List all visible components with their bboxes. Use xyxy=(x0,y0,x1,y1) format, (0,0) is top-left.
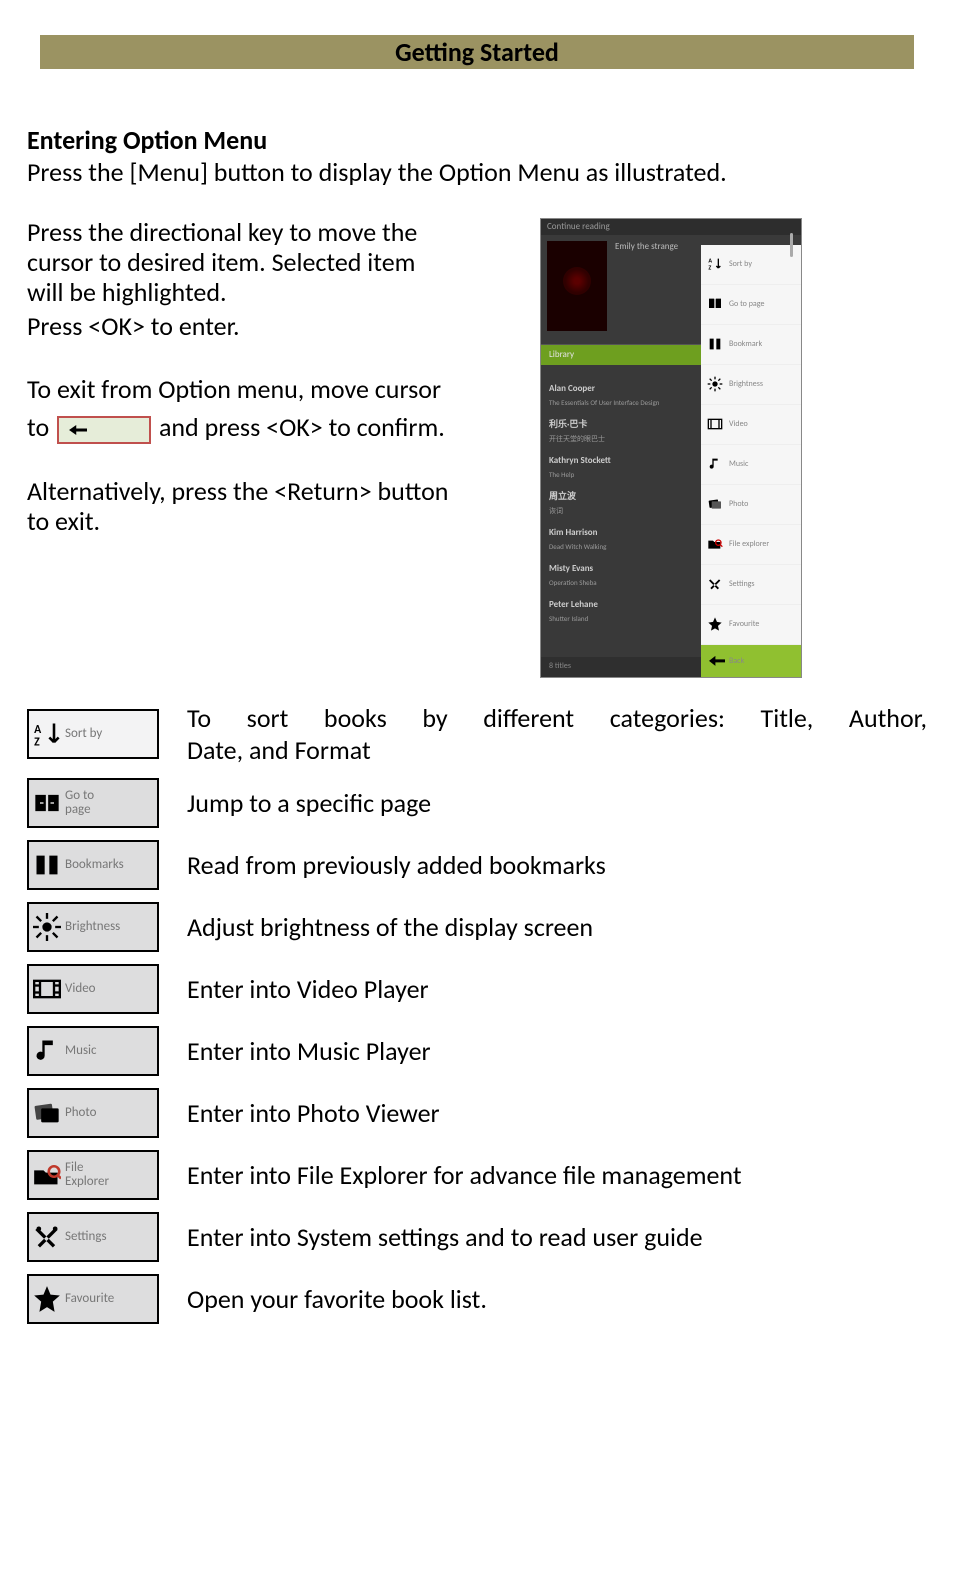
menu-cell-music[interactable]: Music xyxy=(27,1026,159,1076)
ds-footer-left: 8 titles xyxy=(549,661,571,673)
menu-row-music: Music Enter into Music Player xyxy=(27,1026,927,1076)
dd-music[interactable]: Music xyxy=(701,445,801,485)
dd-photo[interactable]: Photo xyxy=(701,485,801,525)
menu-desc-sortby: To sort books by different categories: T… xyxy=(159,702,927,766)
menu-row-gotopage: Go topage Jump to a specific page xyxy=(27,778,927,828)
menu-row-sortby: AZ Sort by To sort books by different ca… xyxy=(27,702,927,766)
menu-label: Bookmarks xyxy=(65,858,124,872)
ds-cover xyxy=(547,241,607,331)
menu-label: Favourite xyxy=(65,1292,114,1306)
menu-label: Go topage xyxy=(65,789,94,816)
menu-cell-favourite[interactable]: Favourite xyxy=(27,1274,159,1324)
ds-current-title: Emily the strange xyxy=(615,241,678,252)
menu-desc-photo: Enter into Photo Viewer xyxy=(159,1097,927,1129)
video-icon xyxy=(33,975,61,1003)
music-icon xyxy=(707,456,723,472)
menu-row-video: Video Enter into Video Player xyxy=(27,964,927,1014)
ds-continue-reading: Continue reading xyxy=(541,219,801,235)
star-icon xyxy=(707,616,723,632)
dd-back[interactable]: Back xyxy=(701,645,801,677)
star-icon xyxy=(33,1285,61,1313)
ds-drawer: AZSort by Go to page Bookmark Brightness… xyxy=(701,245,801,677)
svg-text:Z: Z xyxy=(708,264,711,272)
sort-icon: AZ xyxy=(707,256,723,272)
menu-cell-brightness[interactable]: Brightness xyxy=(27,902,159,952)
menu-table: AZ Sort by To sort books by different ca… xyxy=(27,702,927,1324)
intro-p4: To exit from Option menu, move cursor to… xyxy=(27,371,457,446)
menu-row-file-explorer: FileExplorer Enter into File Explorer fo… xyxy=(27,1150,927,1200)
menu-label: Photo xyxy=(65,1106,96,1120)
menu label: Video xyxy=(65,982,96,996)
menu-desc-settings: Enter into System settings and to read u… xyxy=(159,1221,927,1253)
menu-cell-file-explorer[interactable]: FileExplorer xyxy=(27,1150,159,1200)
intro-p4b: and press <OK> to confirm. xyxy=(159,411,445,443)
search-folder-icon xyxy=(33,1161,61,1189)
intro-p1: Press the [Menu] button to display the O… xyxy=(27,158,927,188)
menu-desc-music: Enter into Music Player xyxy=(159,1035,927,1067)
svg-text:Z: Z xyxy=(34,736,40,748)
menu-label: Brightness xyxy=(65,920,120,934)
menu-desc-gotopage: Jump to a specific page xyxy=(159,787,927,819)
dd-video[interactable]: Video xyxy=(701,405,801,445)
page-header: Getting Started xyxy=(40,35,914,69)
bookmark-icon xyxy=(33,851,61,879)
page-icon xyxy=(33,789,61,817)
return-icon xyxy=(57,416,151,444)
intro-p2: Press the directional key to move the cu… xyxy=(27,218,457,308)
menu-row-brightness: Brightness Adjust brightness of the disp… xyxy=(27,902,927,952)
intro-p5: Alternatively, press the <Return> button… xyxy=(27,477,457,537)
sort-icon: AZ xyxy=(33,720,61,748)
dd-sort-by[interactable]: AZSort by xyxy=(701,245,801,285)
music-icon xyxy=(33,1037,61,1065)
menu-label: Sort by xyxy=(65,727,102,741)
dd-file-explorer[interactable]: File explorer xyxy=(701,525,801,565)
menu-label: Music xyxy=(65,1044,97,1058)
menu-label: FileExplorer xyxy=(65,1161,109,1188)
photo-icon xyxy=(33,1099,61,1127)
page-icon xyxy=(707,296,723,312)
page-title: Getting Started xyxy=(395,36,559,68)
menu-cell-photo[interactable]: Photo xyxy=(27,1088,159,1138)
menu-cell-video[interactable]: Video xyxy=(27,964,159,1014)
menu-cell-sortby[interactable]: AZ Sort by xyxy=(27,709,159,759)
dd-favourite[interactable]: Favourite xyxy=(701,605,801,645)
dd-bookmark[interactable]: Bookmark xyxy=(701,325,801,365)
menu-label: Settings xyxy=(65,1230,107,1244)
menu-row-bookmarks: Bookmarks Read from previously added boo… xyxy=(27,840,927,890)
photo-icon xyxy=(707,496,723,512)
brightness-icon xyxy=(33,913,61,941)
settings-icon xyxy=(33,1223,61,1251)
menu-desc-brightness: Adjust brightness of the display screen xyxy=(159,911,927,943)
menu-row-settings: Settings Enter into System settings and … xyxy=(27,1212,927,1262)
menu-row-photo: Photo Enter into Photo Viewer xyxy=(27,1088,927,1138)
settings-icon xyxy=(707,576,723,592)
menu-cell-settings[interactable]: Settings xyxy=(27,1212,159,1262)
dd-go-to-page[interactable]: Go to page xyxy=(701,285,801,325)
dd-brightness[interactable]: Brightness xyxy=(701,365,801,405)
search-folder-icon xyxy=(707,536,723,552)
menu-desc-video: Enter into Video Player xyxy=(159,973,927,1005)
device-screenshot: Continue reading Emily the strange Libra… xyxy=(540,218,802,678)
video-icon xyxy=(707,416,723,432)
menu-cell-bookmarks[interactable]: Bookmarks xyxy=(27,840,159,890)
bookmark-icon xyxy=(707,336,723,352)
menu-row-favourite: Favourite Open your favorite book list. xyxy=(27,1274,927,1324)
brightness-icon xyxy=(707,376,723,392)
section-heading: Entering Option Menu xyxy=(27,124,927,156)
menu-desc-favourite: Open your favorite book list. xyxy=(159,1283,927,1315)
dd-settings[interactable]: Settings xyxy=(701,565,801,605)
menu-desc-file-explorer: Enter into File Explorer for advance fil… xyxy=(159,1159,927,1191)
intro-p3: Press <OK> to enter. xyxy=(27,312,457,342)
menu-cell-gotopage[interactable]: Go topage xyxy=(27,778,159,828)
menu-desc-bookmarks: Read from previously added bookmarks xyxy=(159,849,927,881)
